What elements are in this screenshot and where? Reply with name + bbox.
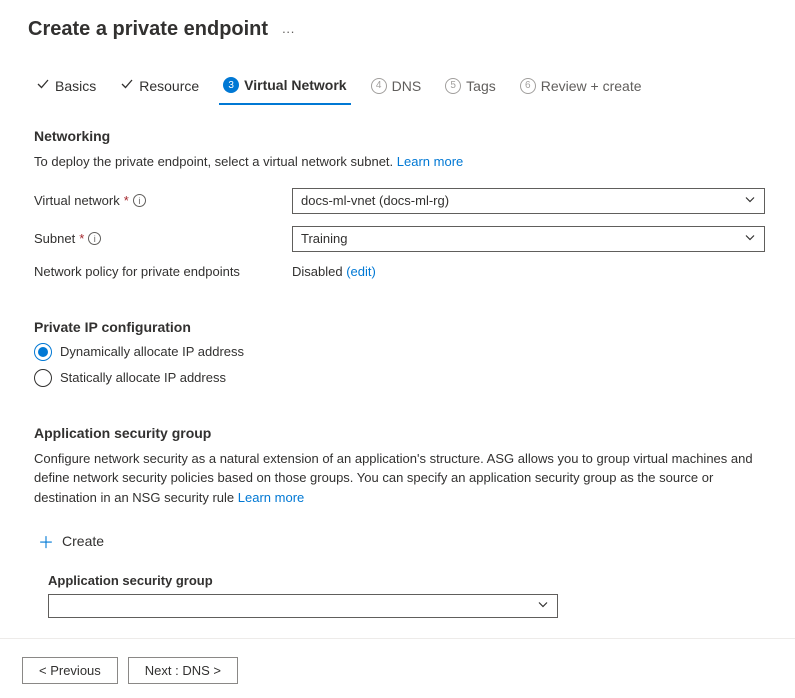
- chevron-down-icon: [537, 599, 549, 614]
- select-value: docs-ml-vnet (docs-ml-rg): [301, 193, 449, 208]
- chevron-down-icon: [744, 193, 756, 208]
- private-ip-heading: Private IP configuration: [34, 319, 765, 335]
- step-number-icon: 5: [445, 78, 461, 94]
- wizard-tabs: Basics Resource 3 Virtual Network 4 DNS …: [0, 41, 795, 104]
- create-asg-button[interactable]: ＋ Create: [34, 523, 765, 559]
- tab-label: Tags: [466, 78, 496, 94]
- divider: [0, 638, 795, 639]
- ip-allocation-radio-group: Dynamically allocate IP address Statical…: [34, 343, 765, 387]
- asg-description: Configure network security as a natural …: [34, 449, 765, 508]
- step-number-icon: 3: [223, 77, 239, 93]
- create-label: Create: [62, 533, 104, 549]
- previous-button[interactable]: < Previous: [22, 657, 118, 684]
- plus-icon: ＋: [38, 529, 54, 553]
- tab-label: Basics: [55, 78, 96, 94]
- learn-more-link[interactable]: Learn more: [238, 490, 304, 505]
- tab-label: DNS: [392, 78, 422, 94]
- networking-description: To deploy the private endpoint, select a…: [34, 152, 765, 172]
- radio-label: Statically allocate IP address: [60, 370, 226, 385]
- tab-label: Review + create: [541, 78, 642, 94]
- label-text: Subnet: [34, 231, 75, 246]
- tab-basics[interactable]: Basics: [32, 71, 100, 104]
- page-title: Create a private endpoint: [28, 18, 268, 41]
- edit-policy-link[interactable]: (edit): [346, 264, 376, 279]
- radio-label: Dynamically allocate IP address: [60, 344, 244, 359]
- radio-dynamic-ip[interactable]: Dynamically allocate IP address: [34, 343, 765, 361]
- required-asterisk: *: [124, 193, 129, 208]
- chevron-down-icon: [744, 231, 756, 246]
- desc-text: Configure network security as a natural …: [34, 451, 753, 505]
- learn-more-link[interactable]: Learn more: [397, 154, 463, 169]
- tab-virtual-network[interactable]: 3 Virtual Network: [219, 71, 350, 105]
- radio-static-ip[interactable]: Statically allocate IP address: [34, 369, 765, 387]
- virtual-network-select[interactable]: docs-ml-vnet (docs-ml-rg): [292, 188, 765, 214]
- required-asterisk: *: [79, 231, 84, 246]
- label-text: Virtual network: [34, 193, 120, 208]
- tab-review-create[interactable]: 6 Review + create: [516, 72, 646, 104]
- checkmark-icon: [120, 77, 134, 94]
- tab-label: Resource: [139, 78, 199, 94]
- info-icon[interactable]: i: [133, 194, 146, 207]
- label-text: Network policy for private endpoints: [34, 264, 240, 279]
- select-value: Training: [301, 231, 347, 246]
- subnet-select[interactable]: Training: [292, 226, 765, 252]
- asg-column-header: Application security group: [48, 573, 765, 588]
- networking-heading: Networking: [34, 128, 765, 144]
- network-policy-value: Disabled: [292, 264, 346, 279]
- radio-icon: [34, 369, 52, 387]
- asg-select[interactable]: [48, 594, 558, 618]
- step-number-icon: 4: [371, 78, 387, 94]
- asg-heading: Application security group: [34, 425, 765, 441]
- next-button[interactable]: Next : DNS >: [128, 657, 238, 684]
- subnet-label: Subnet * i: [34, 231, 292, 246]
- virtual-network-label: Virtual network * i: [34, 193, 292, 208]
- tab-resource[interactable]: Resource: [116, 71, 203, 104]
- checkmark-icon: [36, 77, 50, 94]
- radio-icon: [34, 343, 52, 361]
- network-policy-label: Network policy for private endpoints: [34, 264, 292, 279]
- step-number-icon: 6: [520, 78, 536, 94]
- tab-dns[interactable]: 4 DNS: [367, 72, 426, 104]
- info-icon[interactable]: i: [88, 232, 101, 245]
- tab-tags[interactable]: 5 Tags: [441, 72, 500, 104]
- more-icon[interactable]: ···: [282, 24, 295, 39]
- desc-text: To deploy the private endpoint, select a…: [34, 154, 397, 169]
- tab-label: Virtual Network: [244, 77, 346, 93]
